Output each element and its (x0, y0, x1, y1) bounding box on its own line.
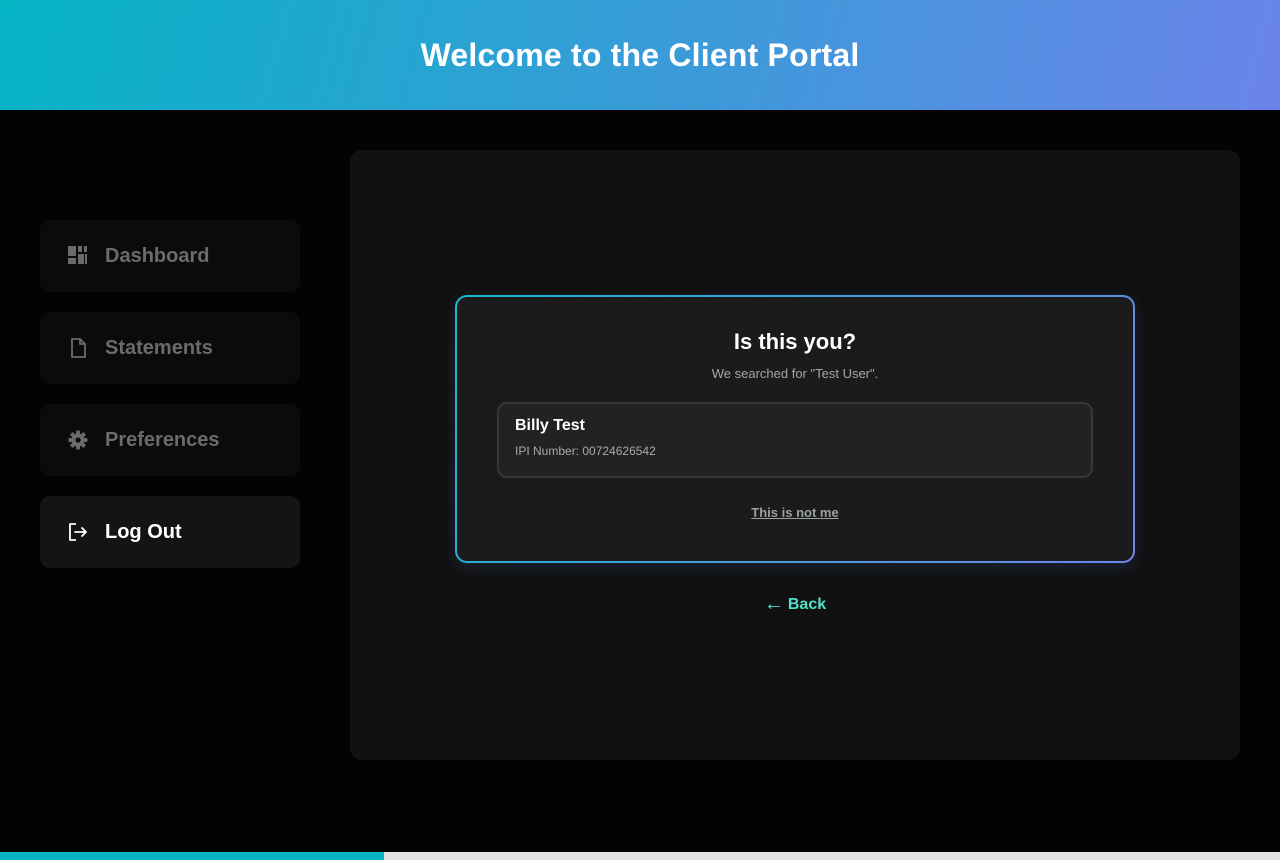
dialog-title: Is this you? (733, 329, 857, 354)
search-result-card[interactable]: Billy Test IPI Number: 00724626542 (497, 402, 1093, 478)
document-icon (68, 338, 88, 358)
sidebar-item-dashboard[interactable]: Dashboard (40, 220, 300, 292)
logout-icon (68, 522, 88, 542)
back-link[interactable]: ← Back (350, 593, 1240, 616)
progress-fill (0, 852, 384, 860)
result-ipi-number: IPI Number: 00724626542 (515, 444, 656, 458)
result-name: Billy Test (515, 417, 585, 434)
sidebar-item-preferences[interactable]: Preferences (40, 404, 300, 476)
dashboard-icon (68, 246, 88, 266)
sidebar-item-statements[interactable]: Statements (40, 312, 300, 384)
page-header: Welcome to the Client Portal (0, 0, 1280, 110)
back-label: Back (787, 596, 827, 613)
sidebar-item-label: Preferences (105, 428, 220, 451)
gear-icon (68, 430, 88, 450)
dialog-subtitle: We searched for "Test User". (711, 366, 879, 381)
page-title: Welcome to the Client Portal (420, 36, 860, 73)
arrow-left-icon: ← (763, 593, 784, 615)
identity-confirm-dialog: Is this you? We searched for "Test User"… (455, 295, 1135, 563)
not-me-container: This is not me (457, 504, 1133, 522)
sidebar-item-label: Dashboard (105, 244, 210, 267)
sidebar: Dashboard Statements Preferences Log Out (40, 220, 300, 588)
progress-bar (0, 852, 1280, 860)
not-me-link[interactable]: This is not me (751, 505, 838, 520)
sidebar-item-label: Log Out (105, 520, 182, 543)
sidebar-item-label: Statements (105, 336, 213, 359)
main-panel: Is this you? We searched for "Test User"… (350, 150, 1240, 760)
sidebar-item-logout[interactable]: Log Out (40, 496, 300, 568)
